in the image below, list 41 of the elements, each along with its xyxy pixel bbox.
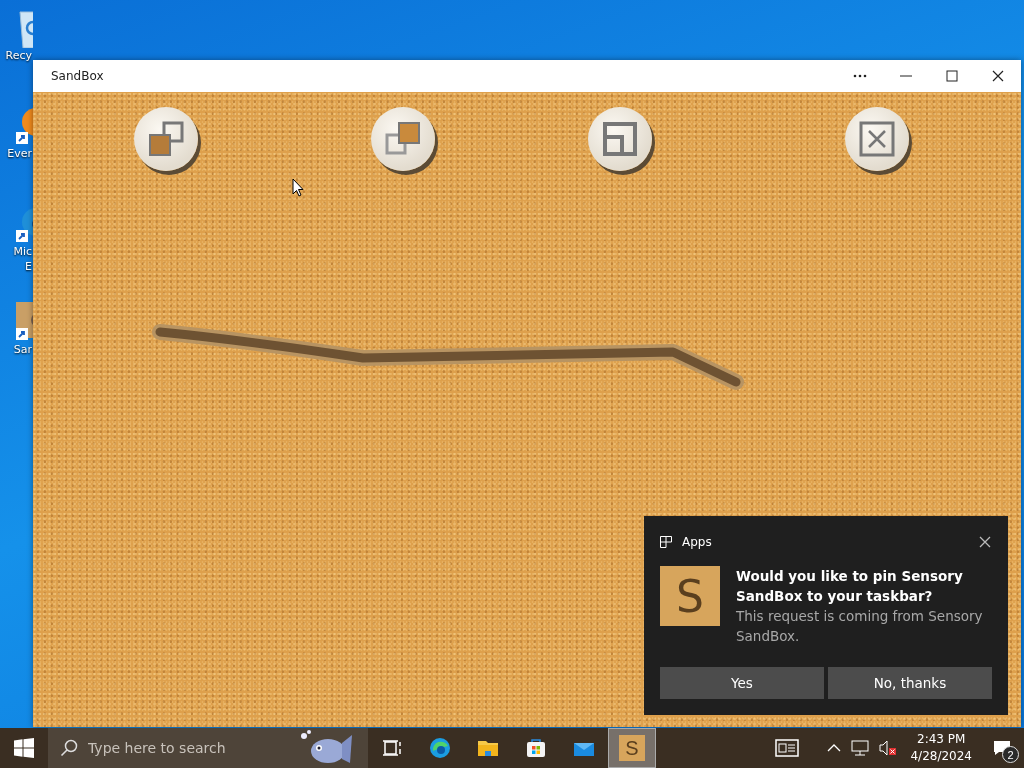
apps-icon bbox=[660, 536, 672, 548]
count-badge: 2 bbox=[1002, 746, 1019, 763]
shortcut-icon[interactable] bbox=[16, 106, 33, 146]
maximize-icon[interactable] bbox=[944, 70, 960, 82]
close-icon bbox=[978, 535, 992, 549]
app-tile: S bbox=[660, 566, 720, 626]
window-title: SandBox bbox=[51, 69, 105, 83]
mouse-pointer-icon bbox=[292, 178, 304, 197]
nested-squares-icon[interactable] bbox=[600, 119, 640, 159]
search-field[interactable]: Type here to search bbox=[48, 728, 368, 768]
chevron-up-icon[interactable] bbox=[827, 743, 842, 753]
icon-label: Sar bbox=[12, 342, 32, 357]
decline-button[interactable]: No, thanks bbox=[828, 667, 992, 699]
icon-label: Ever bbox=[8, 146, 32, 161]
search-icon bbox=[60, 739, 78, 757]
news-icon[interactable] bbox=[775, 739, 800, 757]
bring-to-front-button[interactable] bbox=[371, 107, 435, 171]
yes-button[interactable]: Yes bbox=[660, 667, 824, 699]
notification-message: This request is coming from Sensory SandBox. bbox=[736, 607, 984, 646]
close-icon[interactable] bbox=[990, 70, 1006, 82]
send-to-back-button[interactable] bbox=[134, 107, 198, 171]
close-button[interactable] bbox=[978, 535, 992, 549]
notification-source: Apps bbox=[682, 535, 713, 549]
resize-button[interactable] bbox=[588, 107, 652, 171]
volume-icon[interactable] bbox=[879, 740, 898, 756]
task-view-icon[interactable] bbox=[381, 737, 403, 759]
icon-label: Mic E bbox=[12, 244, 32, 274]
recycle-bin-icon[interactable] bbox=[16, 8, 33, 48]
network-icon[interactable] bbox=[851, 740, 870, 756]
notification-title: Would you like to pin Sensory SandBox to your taskbar? bbox=[736, 567, 964, 606]
browser-icon[interactable] bbox=[429, 737, 451, 759]
sandbox-app-button[interactable]: S bbox=[608, 728, 656, 768]
close-button[interactable] bbox=[845, 107, 909, 171]
app-tile: S bbox=[619, 735, 645, 761]
shortcut-icon[interactable] bbox=[16, 302, 33, 342]
overlapping-squares-icon[interactable] bbox=[146, 119, 186, 159]
notification-center-button[interactable]: 2 bbox=[980, 728, 1024, 768]
windows-logo-icon bbox=[14, 738, 34, 758]
icon-label: Recy bbox=[8, 48, 32, 63]
clock[interactable]: 2:43 PM 4/28/2024 bbox=[902, 731, 980, 765]
store-icon[interactable] bbox=[525, 737, 547, 759]
